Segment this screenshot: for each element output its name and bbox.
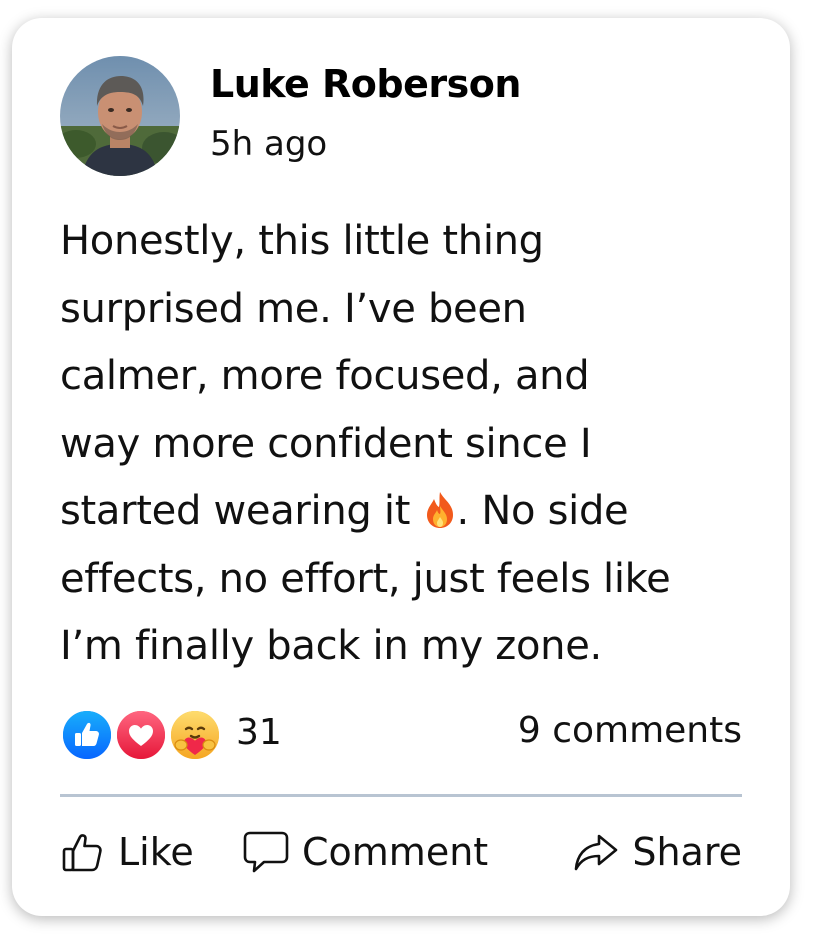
post-text-line: started wearing it . No side xyxy=(60,478,760,546)
like-reaction-icon xyxy=(60,708,114,762)
like-button[interactable]: Like xyxy=(60,822,194,882)
divider xyxy=(60,794,742,797)
post-timestamp[interactable]: 5h ago xyxy=(210,124,327,164)
post-text: Honestly, this little thing surprised me… xyxy=(60,208,760,681)
care-reaction-icon xyxy=(168,708,222,762)
post-actions: Like Comment Share xyxy=(60,822,742,882)
comment-button[interactable]: Comment xyxy=(242,822,488,882)
post-card: Luke Roberson 5h ago Honestly, this litt… xyxy=(12,18,790,916)
share-label: Share xyxy=(632,830,742,874)
comments-count-link[interactable]: 9 comments xyxy=(518,710,742,751)
avatar-photo xyxy=(60,56,180,176)
post-text-line: way more confident since I xyxy=(60,420,592,467)
post-text-line: surprised me. I’ve been xyxy=(60,285,527,332)
share-arrow-icon xyxy=(575,834,618,871)
fire-icon xyxy=(423,484,457,528)
comment-bubble-icon xyxy=(243,831,289,873)
post-text-line: calmer, more focused, and xyxy=(60,353,590,399)
like-label: Like xyxy=(118,830,194,874)
share-button[interactable]: Share xyxy=(572,822,742,882)
reaction-count: 31 xyxy=(236,712,282,753)
post-text-fragment: started wearing it xyxy=(60,488,423,534)
author-name[interactable]: Luke Roberson xyxy=(210,62,521,106)
post-text-fragment: . No side xyxy=(456,488,629,534)
love-reaction-icon xyxy=(114,708,168,762)
avatar[interactable] xyxy=(60,56,180,176)
post-text-line: effects, no effort, just feels like xyxy=(60,555,671,602)
post-text-line: I’m finally back in my zone. xyxy=(60,623,602,669)
thumbs-up-icon xyxy=(62,834,102,872)
post-text-line: Honestly, this little thing xyxy=(60,218,544,264)
comment-label: Comment xyxy=(302,830,489,874)
